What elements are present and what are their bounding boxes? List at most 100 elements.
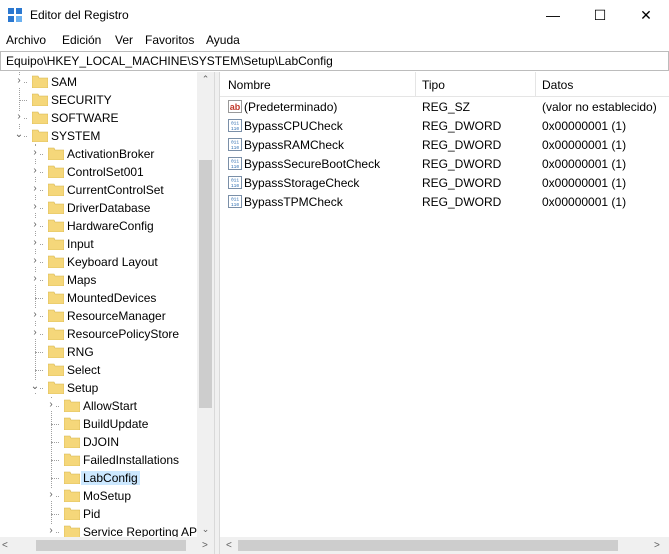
- title-bar: Editor del Registro — ☐ ✕: [0, 0, 669, 30]
- menu-archivo[interactable]: Archivo: [6, 33, 46, 47]
- menu-favoritos[interactable]: Favoritos: [145, 33, 194, 47]
- tree-item-resourcemanager[interactable]: › ResourceManager: [0, 307, 200, 325]
- tree-item-label: MoSetup: [83, 489, 132, 503]
- expand-chevron-icon[interactable]: ›: [14, 111, 24, 123]
- collapse-chevron-icon[interactable]: ⌄: [14, 129, 24, 141]
- menu-bar: Archivo Edición Ver Favoritos Ayuda: [0, 30, 669, 50]
- svg-text:011: 011: [231, 121, 239, 127]
- tree-item-software[interactable]: › SOFTWARE: [0, 109, 200, 127]
- address-path[interactable]: Equipo\HKEY_LOCAL_MACHINE\SYSTEM\Setup\L…: [6, 54, 333, 68]
- menu-ver[interactable]: Ver: [115, 33, 133, 47]
- value-row[interactable]: 011 110 BypassSecureBootCheck REG_DWORD 0x00…: [220, 154, 669, 173]
- column-header-name[interactable]: Nombre: [228, 78, 271, 92]
- tree-vertical-scrollbar[interactable]: ⌃ ⌄: [197, 72, 214, 537]
- tree-item-maps[interactable]: › Maps: [0, 271, 200, 289]
- tree-item-label: CurrentControlSet: [67, 183, 164, 197]
- expand-chevron-icon[interactable]: ›: [30, 273, 40, 285]
- svg-text:110: 110: [231, 126, 239, 132]
- tree-guide-line: [35, 370, 43, 371]
- folder-icon: [48, 345, 64, 358]
- menu-edicion[interactable]: Edición: [62, 33, 101, 47]
- svg-text:011: 011: [231, 159, 239, 165]
- tree-item-rng[interactable]: RNG: [0, 343, 200, 361]
- folder-icon: [32, 129, 48, 142]
- tree-item-buildupdate[interactable]: BuildUpdate: [0, 415, 200, 433]
- tree-item-select[interactable]: Select: [0, 361, 200, 379]
- expand-chevron-icon[interactable]: ›: [14, 75, 24, 87]
- expand-chevron-icon[interactable]: ›: [30, 237, 40, 249]
- maximize-button[interactable]: ☐: [577, 0, 623, 30]
- tree-horizontal-scrollbar[interactable]: < >: [0, 537, 214, 554]
- minimize-button[interactable]: —: [530, 0, 576, 30]
- tree-item-mounteddevices[interactable]: MountedDevices: [0, 289, 200, 307]
- tree-item-input[interactable]: › Input: [0, 235, 200, 253]
- folder-icon: [48, 381, 64, 394]
- expand-chevron-icon[interactable]: ›: [30, 219, 40, 231]
- tree-item-mosetup[interactable]: › MoSetup: [0, 487, 200, 505]
- value-row[interactable]: 011 110 BypassCPUCheck REG_DWORD 0x00000001 …: [220, 116, 669, 135]
- value-data: 0x00000001 (1): [542, 138, 627, 152]
- tree-item-label: SYSTEM: [51, 129, 101, 143]
- close-button[interactable]: ✕: [623, 0, 669, 30]
- expand-chevron-icon[interactable]: ›: [46, 489, 56, 501]
- scroll-right-icon[interactable]: >: [654, 537, 660, 554]
- folder-icon: [48, 183, 64, 196]
- tree-item-sam[interactable]: › SAM: [0, 73, 200, 91]
- value-row[interactable]: ab (Predeterminado) REG_SZ (valor no establ…: [220, 97, 669, 116]
- tree-item-allowstart[interactable]: › AllowStart: [0, 397, 200, 415]
- list-horizontal-scrollbar[interactable]: < >: [220, 537, 669, 554]
- folder-icon: [64, 471, 80, 484]
- tree-item-activationbroker[interactable]: › ActivationBroker: [0, 145, 200, 163]
- folder-icon: [48, 327, 64, 340]
- value-type: REG_SZ: [422, 100, 471, 114]
- tree-hscroll-thumb[interactable]: [36, 540, 186, 551]
- value-row[interactable]: 011 110 BypassStorageCheck REG_DWORD 0x00000…: [220, 173, 669, 192]
- tree-item-controlset001[interactable]: › ControlSet001: [0, 163, 200, 181]
- expand-chevron-icon[interactable]: ›: [30, 255, 40, 267]
- tree-item-hardwareconfig[interactable]: › HardwareConfig: [0, 217, 200, 235]
- tree-item-label: DJOIN: [83, 435, 119, 449]
- tree-guide-line: [19, 100, 27, 101]
- list-hscroll-thumb[interactable]: [238, 540, 618, 551]
- folder-icon: [64, 453, 80, 466]
- tree-item-keyboard-layout[interactable]: › Keyboard Layout: [0, 253, 200, 271]
- value-name: BypassRAMCheck: [244, 138, 345, 152]
- expand-chevron-icon[interactable]: ›: [30, 165, 40, 177]
- tree-item-currentcontrolset[interactable]: › CurrentControlSet: [0, 181, 200, 199]
- scroll-down-icon[interactable]: ⌄: [197, 521, 214, 537]
- tree-item-security[interactable]: SECURITY: [0, 91, 200, 109]
- value-row[interactable]: 011 110 BypassTPMCheck REG_DWORD 0x00000001 …: [220, 192, 669, 211]
- scroll-left-icon[interactable]: <: [2, 537, 8, 554]
- dword-value-icon: 011110: [228, 119, 242, 132]
- tree-item-system[interactable]: ⌄ SYSTEM: [0, 127, 200, 145]
- folder-icon: [32, 75, 48, 88]
- address-bar[interactable]: Equipo\HKEY_LOCAL_MACHINE\SYSTEM\Setup\L…: [0, 51, 669, 71]
- collapse-chevron-icon[interactable]: ⌄: [30, 381, 40, 393]
- expand-chevron-icon[interactable]: ›: [46, 525, 56, 537]
- scroll-left-icon[interactable]: <: [226, 537, 232, 554]
- scroll-up-icon[interactable]: ⌃: [197, 72, 214, 86]
- expand-chevron-icon[interactable]: ›: [30, 147, 40, 159]
- tree-scroll-thumb[interactable]: [199, 160, 212, 408]
- tree-item-driverdatabase[interactable]: › DriverDatabase: [0, 199, 200, 217]
- tree-item-resourcepolicystore[interactable]: › ResourcePolicyStore: [0, 325, 200, 343]
- column-header-type[interactable]: Tipo: [422, 78, 445, 92]
- expand-chevron-icon[interactable]: ›: [46, 399, 56, 411]
- key-tree: › SAM SECURITY › SOFTWARE ⌄ SYSTEM › ActivationB…: [0, 72, 214, 554]
- menu-ayuda[interactable]: Ayuda: [206, 33, 240, 47]
- expand-chevron-icon[interactable]: ›: [30, 327, 40, 339]
- scroll-right-icon[interactable]: >: [202, 537, 208, 554]
- tree-item-failedinstallations[interactable]: FailedInstallations: [0, 451, 200, 469]
- column-header-data[interactable]: Datos: [542, 78, 573, 92]
- tree-item-djoin[interactable]: DJOIN: [0, 433, 200, 451]
- tree-item-labconfig[interactable]: LabConfig: [0, 469, 200, 487]
- expand-chevron-icon[interactable]: ›: [30, 201, 40, 213]
- tree-item-pid[interactable]: Pid: [0, 505, 200, 523]
- column-divider[interactable]: [415, 72, 416, 96]
- expand-chevron-icon[interactable]: ›: [30, 309, 40, 321]
- column-divider[interactable]: [535, 72, 536, 96]
- value-row[interactable]: 011 110 BypassRAMCheck REG_DWORD 0x00000001 …: [220, 135, 669, 154]
- tree-item-setup[interactable]: ⌄ Setup: [0, 379, 200, 397]
- folder-icon: [64, 399, 80, 412]
- expand-chevron-icon[interactable]: ›: [30, 183, 40, 195]
